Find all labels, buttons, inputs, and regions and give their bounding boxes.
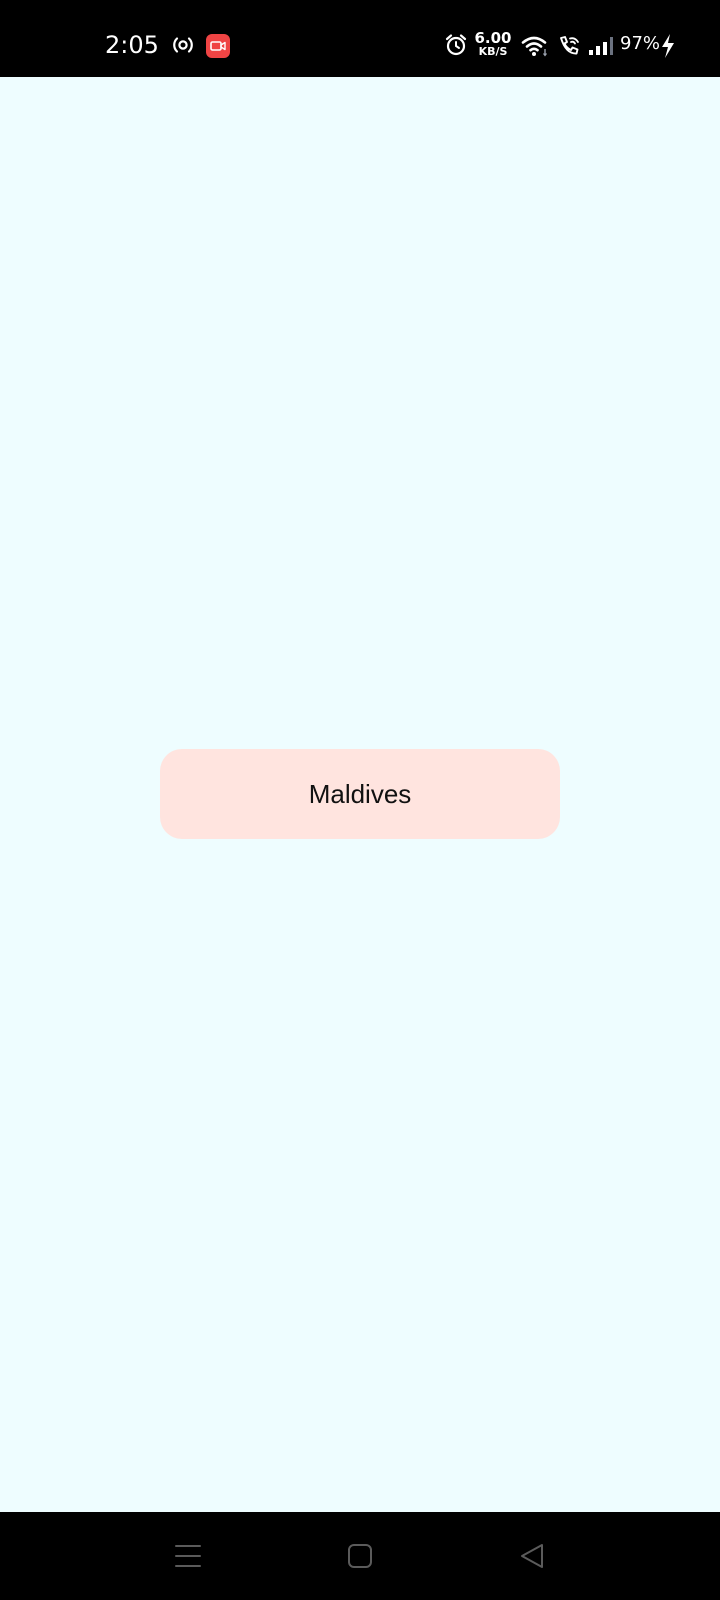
back-button[interactable] (487, 1512, 577, 1600)
network-speed: 6.00 KB/S (474, 31, 512, 58)
back-icon (521, 1544, 543, 1568)
home-icon (348, 1544, 372, 1568)
wifi-icon (521, 36, 547, 57)
signal-icon (589, 37, 613, 55)
wifi-calling-icon (560, 36, 579, 55)
navigation-bar (0, 1512, 720, 1600)
charging-icon (662, 34, 674, 58)
alarm-icon (445, 34, 467, 56)
main-content: Maldives (0, 77, 720, 1512)
hotspot-icon (173, 37, 193, 53)
network-speed-value: 6.00 (474, 29, 512, 47)
network-speed-unit: KB/S (478, 45, 508, 58)
home-button[interactable] (315, 1512, 405, 1600)
screen-record-icon (206, 34, 230, 58)
maldives-button[interactable]: Maldives (160, 749, 560, 839)
status-time: 2:05 (105, 31, 159, 59)
menu-icon (175, 1545, 201, 1567)
status-bar: 2:05 6.00 KB/S 97% (0, 0, 720, 77)
battery-percent: 97% (620, 33, 661, 54)
recent-apps-button[interactable] (143, 1512, 233, 1600)
